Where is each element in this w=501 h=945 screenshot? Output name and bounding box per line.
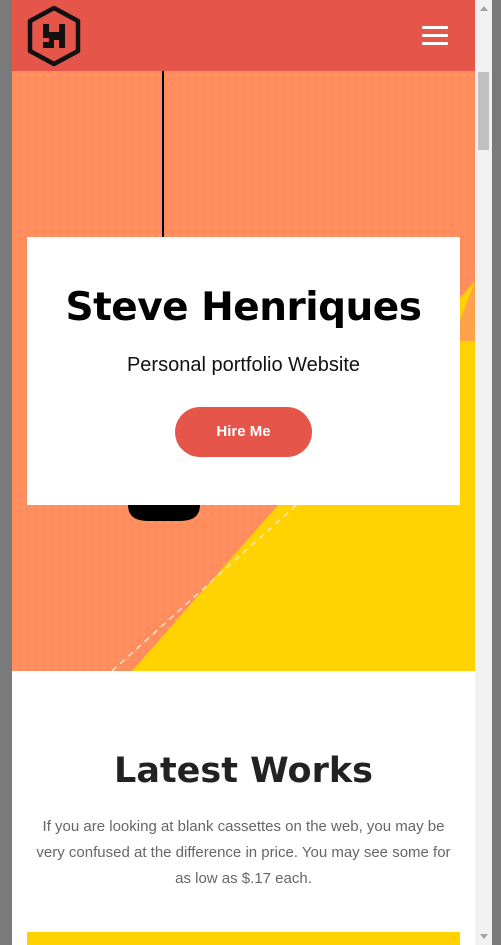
window-gutter [492, 0, 501, 945]
hero-name: Steve Henriques [65, 285, 422, 330]
page-viewport: Steve Henriques Personal portfolio Websi… [12, 0, 475, 945]
hamburger-menu-icon[interactable] [422, 26, 448, 46]
hero-tagline: Personal portfolio Website [126, 354, 361, 376]
vertical-scrollbar[interactable] [475, 0, 492, 945]
hire-me-button[interactable]: Hire Me [175, 407, 312, 457]
section-title: Latest Works [114, 751, 373, 791]
hexagon-h-logo-icon[interactable] [26, 5, 82, 67]
scrollbar-thumb[interactable] [478, 72, 489, 150]
scroll-up-arrow-icon[interactable] [480, 6, 488, 11]
scroll-down-arrow-icon[interactable] [480, 934, 488, 939]
section-description: If you are looking at blank cassettes on… [36, 818, 451, 887]
works-gallery-preview [27, 932, 460, 945]
hero-section: Steve Henriques Personal portfolio Websi… [12, 71, 475, 671]
latest-works-section: Latest Works If you are looking at blank… [12, 671, 475, 945]
top-navbar [12, 0, 475, 71]
hero-intro-card: Steve Henriques Personal portfolio Websi… [27, 237, 460, 505]
